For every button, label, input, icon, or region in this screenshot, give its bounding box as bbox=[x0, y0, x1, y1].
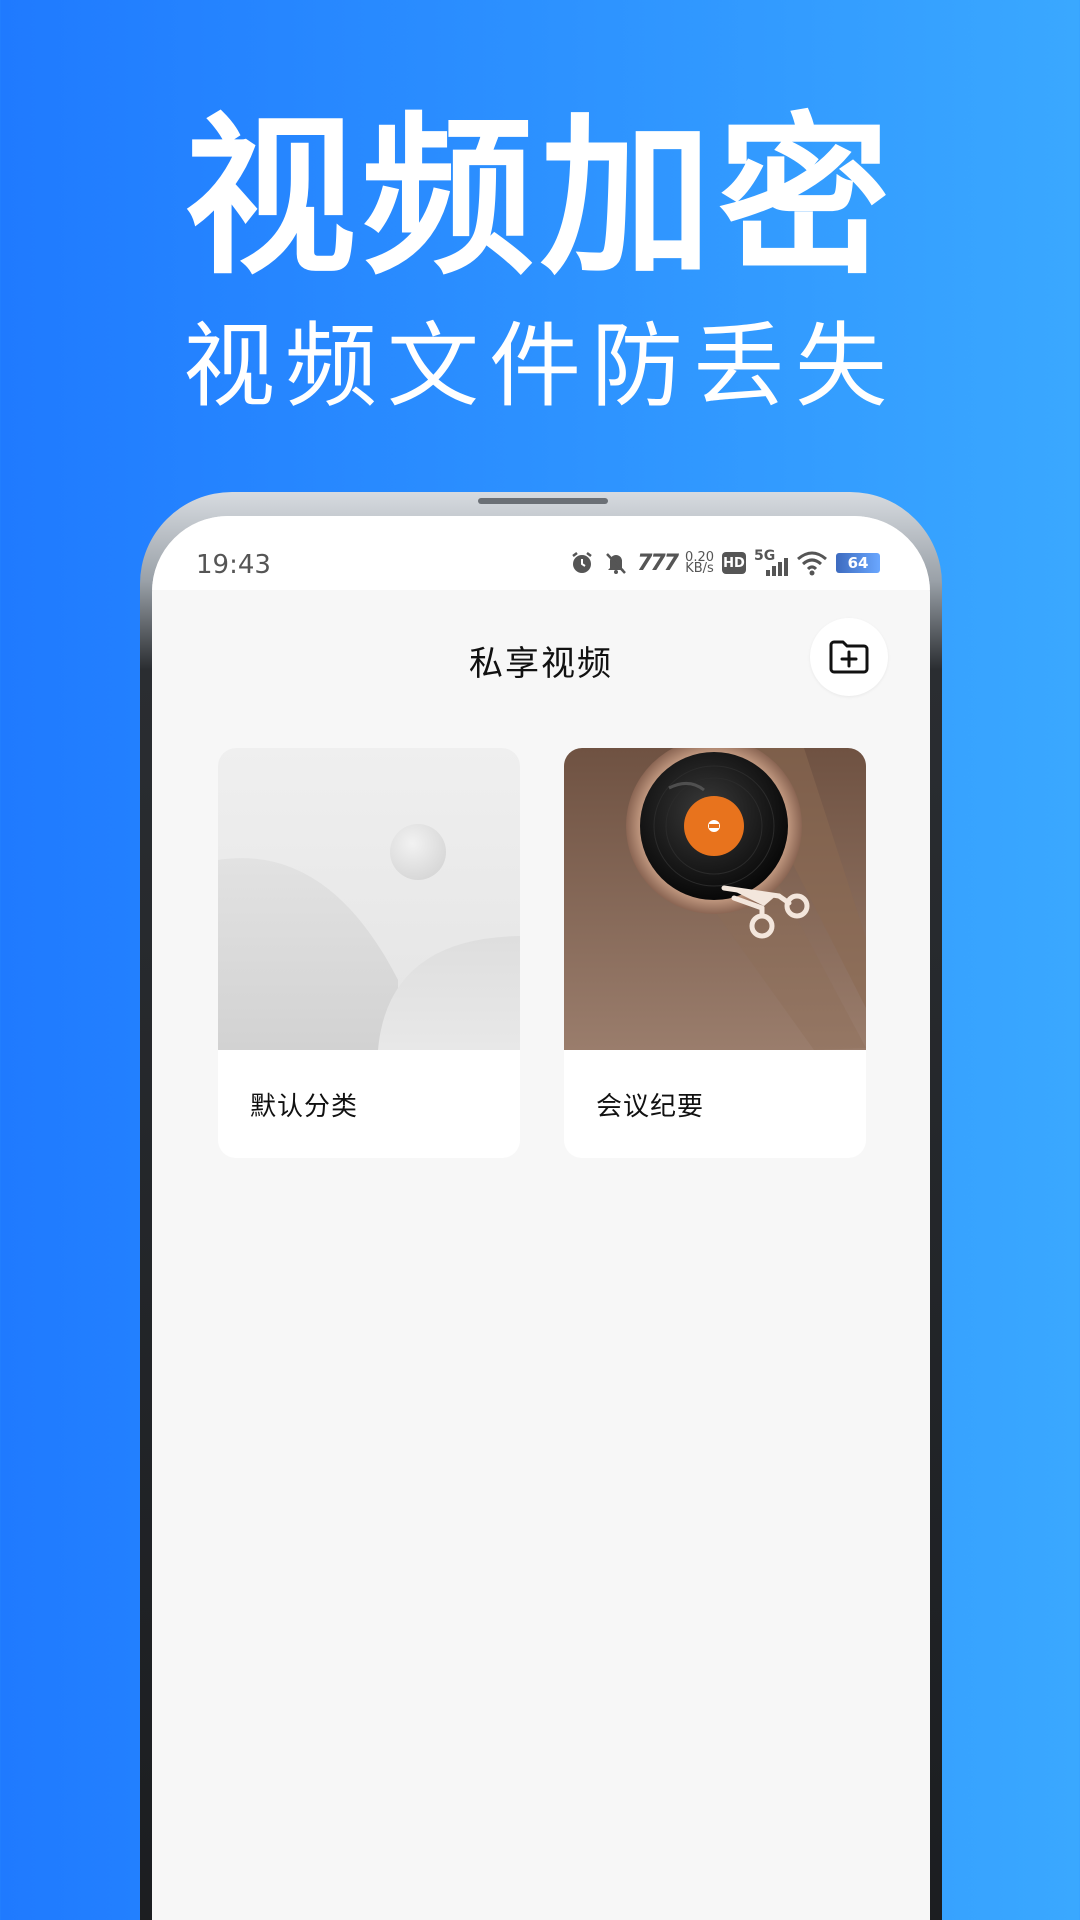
add-folder-button[interactable] bbox=[810, 618, 888, 696]
promo-subtitle: 视频文件防丢失 bbox=[182, 313, 897, 420]
status-bar: 19:43 777 0.20 KB/s HD 5G 64 bbox=[152, 516, 930, 590]
signal-icon: 5G bbox=[754, 548, 788, 578]
category-label: 会议纪要 bbox=[596, 1092, 705, 1122]
phone-speaker bbox=[478, 498, 608, 504]
promo-title: 视频加密 bbox=[184, 97, 896, 298]
battery-icon: 64 bbox=[836, 553, 880, 573]
wifi-icon bbox=[796, 550, 828, 576]
status-time: 19:43 bbox=[196, 550, 271, 580]
phone-screen: 19:43 777 0.20 KB/s HD 5G 64 私享视频 默认分类 会… bbox=[152, 516, 930, 1920]
sim-icon: 777 bbox=[637, 550, 679, 576]
net-speed: 0.20 KB/s bbox=[685, 551, 714, 576]
category-card-meeting[interactable]: 会议纪要 bbox=[564, 748, 866, 1158]
net-speed-unit: KB/s bbox=[685, 561, 714, 576]
alarm-icon bbox=[569, 550, 595, 576]
hd-icon: HD bbox=[722, 552, 746, 574]
category-label: 默认分类 bbox=[250, 1092, 359, 1122]
mute-icon bbox=[603, 550, 629, 576]
status-icons: 777 0.20 KB/s HD 5G 64 bbox=[569, 546, 880, 580]
category-card-default[interactable]: 默认分类 bbox=[218, 748, 520, 1158]
placeholder-image bbox=[218, 748, 520, 1050]
vinyl-record-scissors bbox=[564, 748, 866, 1050]
folder-plus-icon bbox=[829, 640, 869, 674]
